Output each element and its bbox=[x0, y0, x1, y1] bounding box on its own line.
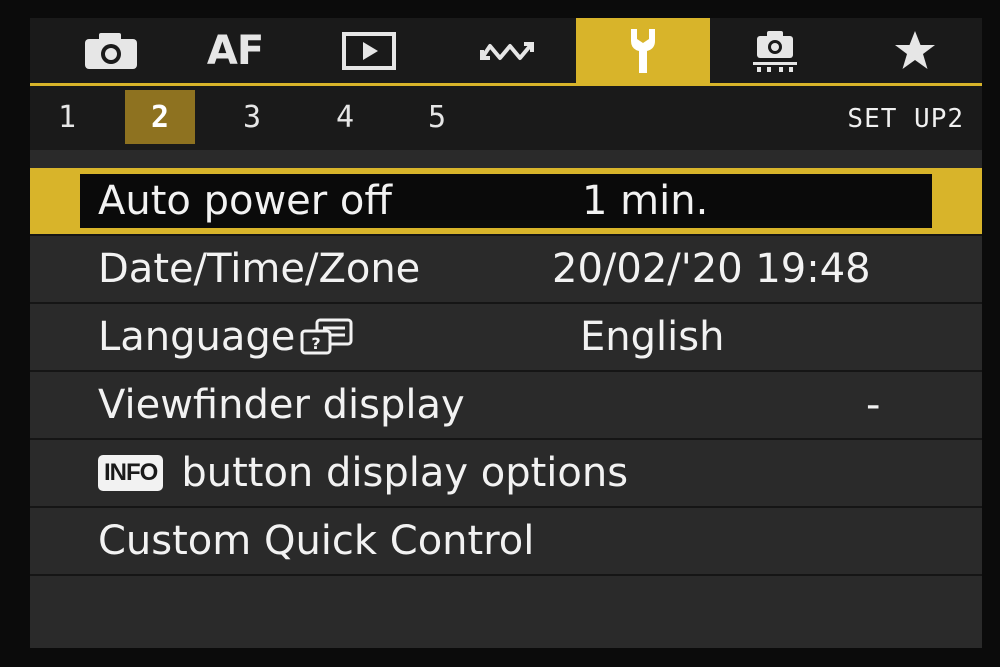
menu-item-value: English bbox=[580, 314, 725, 360]
tab-wireless[interactable] bbox=[450, 18, 570, 83]
menu-item-label: Custom Quick Control bbox=[98, 518, 535, 564]
subtab-row: 1 2 3 4 5 SET UP2 bbox=[30, 86, 982, 150]
menu-item-label: button display options bbox=[181, 450, 629, 496]
tab-setup[interactable] bbox=[576, 18, 710, 83]
menu-code-label: SET UP2 bbox=[847, 104, 964, 134]
af-tab-label: AF bbox=[206, 27, 264, 74]
play-icon bbox=[342, 31, 396, 70]
menu-item-auto-power-off[interactable]: Auto power off 1 min. bbox=[30, 168, 982, 236]
camera-menu-screen: AF 1 2 3 4 5 SET UP2 Auto power off 1 mi… bbox=[30, 18, 982, 648]
menu-item-label-wrap: Language ? bbox=[98, 314, 355, 360]
custom-camera-icon bbox=[753, 30, 797, 72]
menu-item-label: Language bbox=[98, 314, 296, 360]
tab-shooting[interactable] bbox=[56, 18, 166, 83]
tab-custom-functions[interactable] bbox=[720, 18, 830, 83]
menu-item-label: Viewfinder display bbox=[98, 382, 465, 428]
subtab-5[interactable]: 5 bbox=[402, 90, 472, 144]
subtab-1[interactable]: 1 bbox=[32, 90, 102, 144]
menu-item-label: Date/Time/Zone bbox=[98, 246, 421, 292]
camera-icon bbox=[85, 32, 137, 69]
menu-item-label-wrap: INFO button display options bbox=[98, 450, 628, 496]
info-button-badge: INFO bbox=[98, 455, 164, 491]
main-tab-bar: AF bbox=[30, 18, 982, 86]
settings-menu-list: Auto power off 1 min. Date/Time/Zone 20/… bbox=[30, 168, 982, 644]
subtab-4[interactable]: 4 bbox=[310, 90, 380, 144]
tab-my-menu[interactable] bbox=[860, 18, 970, 83]
wireless-wave-icon bbox=[480, 41, 534, 60]
wrench-icon bbox=[631, 28, 655, 73]
menu-item-value: 20/02/'20 19:48 bbox=[552, 246, 871, 292]
language-icon: ? bbox=[300, 318, 353, 355]
menu-item-empty bbox=[30, 576, 982, 644]
menu-item-viewfinder-display[interactable]: Viewfinder display - bbox=[30, 372, 982, 440]
svg-text:?: ? bbox=[312, 334, 321, 353]
menu-item-value: 1 min. bbox=[582, 178, 709, 224]
subtab-3[interactable]: 3 bbox=[217, 90, 287, 144]
tab-af[interactable]: AF bbox=[180, 18, 290, 83]
menu-item-info-button-display[interactable]: INFO button display options bbox=[30, 440, 982, 508]
star-icon bbox=[895, 30, 935, 69]
menu-item-date-time-zone[interactable]: Date/Time/Zone 20/02/'20 19:48 bbox=[30, 236, 982, 304]
tab-playback[interactable] bbox=[314, 18, 424, 83]
menu-item-value: - bbox=[866, 382, 881, 428]
subtab-2[interactable]: 2 bbox=[125, 90, 195, 144]
menu-item-label: Auto power off bbox=[98, 178, 392, 224]
menu-item-language[interactable]: Language ? English bbox=[30, 304, 982, 372]
menu-item-custom-quick-control[interactable]: Custom Quick Control bbox=[30, 508, 982, 576]
